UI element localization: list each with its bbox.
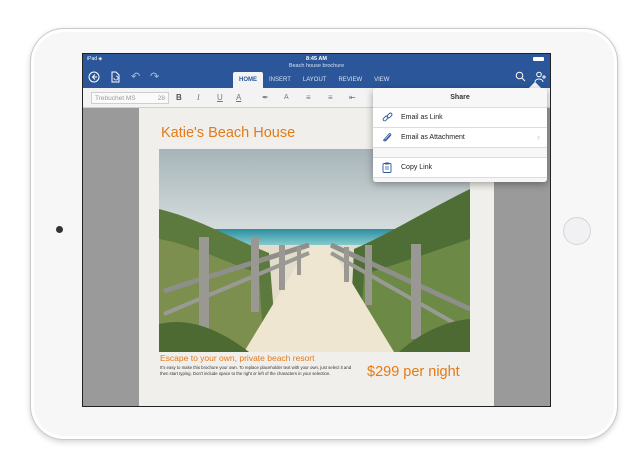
email-as-attachment-label: Email as Attachment xyxy=(401,134,465,141)
text-effects-button[interactable]: A xyxy=(236,92,241,104)
share-popover: Share Email as Link Email as Attachment … xyxy=(373,88,547,182)
tab-insert[interactable]: INSERT xyxy=(263,72,297,88)
email-as-link-item[interactable]: Email as Link xyxy=(373,108,547,128)
undo-icon[interactable]: ↶ xyxy=(131,71,140,83)
title-bar: iPad ◈ 8:45 AM Beach house brochure ↶ ↷ … xyxy=(83,54,550,88)
font-name: Trebuchet MS xyxy=(95,95,136,102)
bullet-list-icon[interactable]: ≡ xyxy=(306,92,311,104)
home-button[interactable] xyxy=(563,217,591,245)
share-separator xyxy=(373,148,547,158)
copy-link-item[interactable]: Copy Link xyxy=(373,158,547,178)
decrease-indent-icon[interactable]: ⇤ xyxy=(349,92,356,104)
link-icon xyxy=(382,112,393,126)
share-title: Share xyxy=(373,88,547,108)
document-price[interactable]: $299 per night xyxy=(367,364,460,380)
font-color-button[interactable]: A xyxy=(284,92,289,104)
email-as-attachment-item[interactable]: Email as Attachment › xyxy=(373,128,547,148)
screen: iPad ◈ 8:45 AM Beach house brochure ↶ ↷ … xyxy=(82,53,551,407)
document-tagline[interactable]: Escape to your own, private beach resort xyxy=(160,353,315,363)
paperclip-icon xyxy=(382,132,393,146)
bold-button[interactable]: B xyxy=(176,92,182,104)
file-icon[interactable] xyxy=(109,71,121,86)
search-icon[interactable] xyxy=(515,71,526,85)
ribbon-tabs: HOME INSERT LAYOUT REVIEW VIEW xyxy=(233,72,395,88)
back-icon[interactable] xyxy=(88,71,100,86)
copy-link-label: Copy Link xyxy=(401,164,433,171)
highlighter-icon[interactable]: ✒ xyxy=(262,92,269,104)
battery-icon xyxy=(533,57,544,61)
underline-button[interactable]: U xyxy=(217,92,223,104)
tab-review[interactable]: REVIEW xyxy=(332,72,368,88)
email-as-link-label: Email as Link xyxy=(401,114,443,121)
front-camera xyxy=(56,226,63,233)
status-time: 8:45 AM xyxy=(306,56,327,62)
tab-view[interactable]: VIEW xyxy=(368,72,395,88)
redo-icon[interactable]: ↷ xyxy=(150,71,159,83)
italic-button[interactable]: I xyxy=(197,92,200,104)
document-name: Beach house brochure xyxy=(288,63,345,69)
tab-layout[interactable]: LAYOUT xyxy=(297,72,333,88)
chevron-right-icon: › xyxy=(537,132,540,142)
document-body-text[interactable]: It's easy to make this brochure your own… xyxy=(160,365,360,376)
font-size[interactable]: 28 xyxy=(158,95,165,102)
numbered-list-icon[interactable]: ≡ xyxy=(328,92,333,104)
document-title[interactable]: Katie's Beach House xyxy=(161,125,295,141)
tab-home[interactable]: HOME xyxy=(233,72,263,88)
font-selector[interactable]: Trebuchet MS 28 xyxy=(91,92,169,104)
clipboard-icon xyxy=(382,162,392,176)
